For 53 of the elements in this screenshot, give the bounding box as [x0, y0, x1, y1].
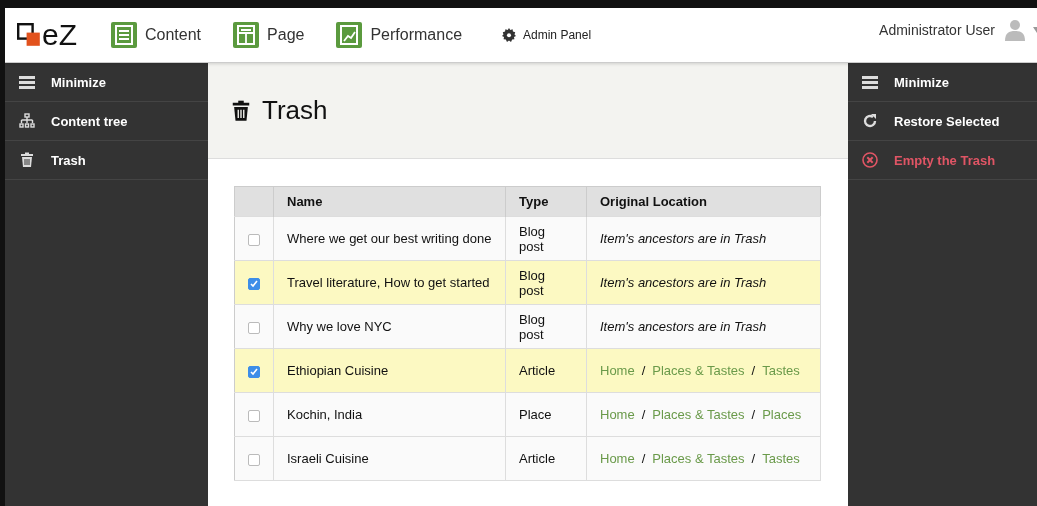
trash-icon [230, 98, 252, 123]
user-avatar-icon [1005, 19, 1025, 41]
document-icon [111, 22, 137, 48]
table-cell: Blog post [505, 304, 587, 349]
nav-link[interactable]: Content [111, 22, 202, 48]
breadcrumb-separator: / [641, 407, 646, 422]
sidebar-item[interactable]: Minimize [5, 63, 208, 102]
table-cell: Place [505, 392, 587, 437]
layout-icon [233, 22, 260, 48]
checkbox[interactable] [248, 321, 260, 334]
checkbox[interactable] [248, 453, 260, 466]
breadcrumb-separator: / [751, 451, 756, 466]
nav-link[interactable]: Performance [336, 22, 463, 48]
user-menu[interactable]: Administrator User [879, 19, 1037, 41]
logo-icon [17, 23, 41, 47]
refresh-icon [862, 113, 878, 129]
page-title: Trash [230, 95, 328, 126]
action-item[interactable]: Restore Selected [848, 102, 1037, 141]
column-header: Original Location [586, 186, 821, 217]
table-cell: Israeli Cuisine [273, 436, 506, 481]
table-cell: Item's ancestors are in Trash [586, 260, 821, 305]
column-header: Type [505, 186, 587, 217]
table-cell: Item's ancestors are in Trash [586, 304, 821, 349]
action-item[interactable]: Minimize [848, 63, 1037, 102]
menu-icon [19, 74, 35, 90]
table-cell: Article [505, 348, 587, 393]
logo[interactable]: eZ [17, 18, 77, 52]
breadcrumb-separator: / [641, 451, 646, 466]
checkbox[interactable] [248, 277, 260, 290]
table-cell: Article [505, 436, 587, 481]
nav-link[interactable]: Page [233, 22, 305, 48]
breadcrumb-separator: / [751, 363, 756, 378]
trash-icon [19, 152, 35, 168]
checkbox[interactable] [248, 365, 260, 378]
checkbox[interactable] [248, 233, 260, 246]
checkbox[interactable] [248, 409, 260, 422]
table-cell: Kochin, India [273, 392, 506, 437]
settings-icon [502, 28, 517, 42]
menu-icon [862, 74, 878, 90]
table-cell: Travel literature, How to get started [273, 260, 506, 305]
table-cell: Blog post [505, 216, 587, 261]
breadcrumb-separator: / [751, 407, 756, 422]
column-header: Name [273, 186, 506, 217]
sitemap-icon [19, 113, 35, 129]
breadcrumb-separator: / [641, 363, 646, 378]
table-cell: Where we get our best writing done [273, 216, 506, 261]
chart-icon [336, 22, 363, 48]
table-cell: Ethiopian Cuisine [273, 348, 506, 393]
table-cell: Why we love NYC [273, 304, 506, 349]
close-circle-icon [862, 152, 878, 168]
table-cell: Blog post [505, 260, 587, 305]
table-cell: Item's ancestors are in Trash [586, 216, 821, 261]
admin-panel-link[interactable]: Admin Panel [502, 28, 592, 42]
